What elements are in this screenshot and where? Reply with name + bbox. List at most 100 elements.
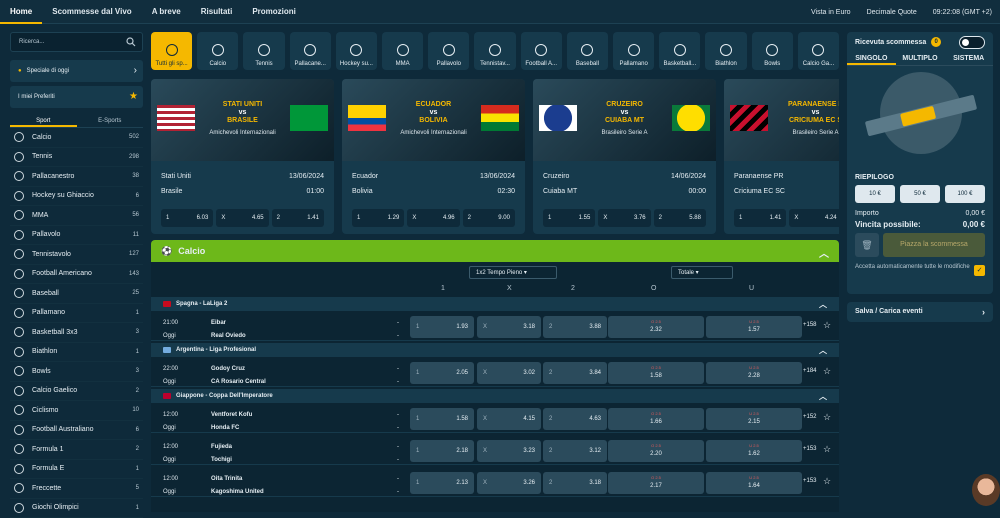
- chevron-up-icon[interactable]: ︿: [819, 345, 827, 356]
- odds-button[interactable]: 24.63: [543, 408, 607, 430]
- odds-button[interactable]: 23.12: [543, 440, 607, 462]
- total-odds-button[interactable]: U 2.51.62: [706, 440, 802, 462]
- tab-sistema[interactable]: SISTEMA: [944, 52, 993, 65]
- stake-10-button[interactable]: 10 €: [855, 185, 895, 203]
- more-markets-link[interactable]: +158: [803, 322, 817, 328]
- sport-filter-11[interactable]: Basketball...: [659, 32, 700, 70]
- tab-sport[interactable]: Sport: [10, 114, 77, 127]
- sport-item[interactable]: Football Americano143: [10, 265, 143, 285]
- stake-50-button[interactable]: 50 €: [900, 185, 940, 203]
- place-bet-button[interactable]: Piazza la scommessa: [883, 233, 985, 257]
- featured-match-card[interactable]: ECUADORvsBOLIVIAAmichevoli Internazional…: [342, 79, 525, 234]
- sport-filter-10[interactable]: Pallamano: [613, 32, 654, 70]
- total-odds-button[interactable]: O 2.51.58: [608, 362, 704, 384]
- market-select[interactable]: 1x2 Tempo Pieno ▾: [469, 266, 557, 279]
- tab-home[interactable]: Home: [0, 0, 42, 24]
- sport-item[interactable]: Ciclismo10: [10, 401, 143, 421]
- total-odds-button[interactable]: U 2.52.28: [706, 362, 802, 384]
- sport-item[interactable]: Basketball 3x33: [10, 323, 143, 343]
- special-of-day-button[interactable]: ● Speciale di oggi ›: [10, 60, 143, 82]
- more-markets-link[interactable]: +184: [803, 368, 817, 374]
- sport-item[interactable]: Calcio Gaelico2: [10, 382, 143, 402]
- total-odds-button[interactable]: O 2.52.32: [608, 316, 704, 338]
- star-icon[interactable]: ☆: [823, 320, 831, 331]
- odds-button[interactable]: 11.41: [734, 209, 786, 227]
- star-icon[interactable]: ☆: [823, 412, 831, 423]
- chevron-up-icon[interactable]: ︿: [819, 245, 829, 260]
- odds-button[interactable]: X4.24: [789, 209, 839, 227]
- tab-live[interactable]: Scommesse dal Vivo: [42, 0, 141, 24]
- save-load-events-button[interactable]: Salva / Carica eventi ›: [847, 302, 993, 322]
- sport-item[interactable]: Football Australiano6: [10, 421, 143, 441]
- match-teams[interactable]: Ventforet KofuHonda FC: [211, 409, 252, 435]
- odds-button[interactable]: 12.18: [410, 440, 474, 462]
- league-header[interactable]: Spagna - LaLiga 2︿: [151, 297, 839, 311]
- featured-match-card[interactable]: STATI UNITIvsBRASILEAmichevoli Internazi…: [151, 79, 334, 234]
- odds-button[interactable]: X3.23: [477, 440, 541, 462]
- sport-filter-1[interactable]: Calcio: [197, 32, 238, 70]
- trash-icon[interactable]: 🗑: [855, 233, 879, 257]
- sport-item[interactable]: Tennistavolo127: [10, 245, 143, 265]
- odds-button[interactable]: X3.76: [598, 209, 650, 227]
- more-markets-link[interactable]: +153: [803, 446, 817, 452]
- search-input[interactable]: Ricerca...: [10, 32, 143, 52]
- support-avatar[interactable]: [972, 474, 1000, 506]
- tab-results[interactable]: Risultati: [191, 0, 243, 24]
- total-odds-button[interactable]: O 2.52.17: [608, 472, 704, 494]
- odds-button[interactable]: X3.18: [477, 316, 541, 338]
- tab-esports[interactable]: E-Sports: [77, 114, 144, 127]
- odds-button[interactable]: 11.55: [543, 209, 595, 227]
- odds-button[interactable]: 11.58: [410, 408, 474, 430]
- odds-button[interactable]: 23.84: [543, 362, 607, 384]
- odds-button[interactable]: 23.88: [543, 316, 607, 338]
- sport-item[interactable]: Freccette5: [10, 479, 143, 499]
- stake-100-button[interactable]: 100 €: [945, 185, 985, 203]
- total-odds-button[interactable]: U 2.51.57: [706, 316, 802, 338]
- auto-accept-checkbox[interactable]: ✓: [974, 265, 985, 276]
- odds-button[interactable]: 12.13: [410, 472, 474, 494]
- star-icon[interactable]: ☆: [823, 366, 831, 377]
- sport-item[interactable]: Pallamano1: [10, 304, 143, 324]
- total-odds-button[interactable]: O 2.51.66: [608, 408, 704, 430]
- sport-item[interactable]: Biathlon1: [10, 343, 143, 363]
- match-teams[interactable]: FujiedaTochigi: [211, 441, 232, 467]
- slip-toggle[interactable]: [959, 36, 985, 49]
- odds-button[interactable]: X3.26: [477, 472, 541, 494]
- tab-upcoming[interactable]: A breve: [142, 0, 191, 24]
- total-odds-button[interactable]: U 2.52.15: [706, 408, 802, 430]
- match-teams[interactable]: Godoy CruzCA Rosario Central: [211, 363, 266, 389]
- league-header[interactable]: Giappone - Coppa Dell'Imperatore︿: [151, 389, 839, 403]
- match-teams[interactable]: EibarReal Oviedo: [211, 317, 246, 343]
- sport-filter-14[interactable]: Calcio Ga...: [798, 32, 839, 70]
- sport-item[interactable]: Giochi Olimpici1: [10, 499, 143, 518]
- featured-match-card[interactable]: CRUZEIROvsCUIABA MTBrasileiro Serie ACru…: [533, 79, 716, 234]
- currency-view-select[interactable]: Vista in Euro: [811, 9, 851, 16]
- tab-multiplo[interactable]: MULTIPLO: [896, 52, 945, 65]
- sport-item[interactable]: Formula 12: [10, 440, 143, 460]
- sport-item[interactable]: Hockey su Ghiaccio6: [10, 187, 143, 207]
- sport-filter-6[interactable]: Pallavolo: [428, 32, 469, 70]
- calcio-header[interactable]: ⚽ Calcio ︿: [151, 240, 839, 262]
- odds-button[interactable]: 11.93: [410, 316, 474, 338]
- more-markets-link[interactable]: +152: [803, 414, 817, 420]
- sport-filter-3[interactable]: Pallacane...: [290, 32, 331, 70]
- odds-button[interactable]: 25.88: [654, 209, 706, 227]
- sport-filter-13[interactable]: Bowls: [752, 32, 793, 70]
- odds-button[interactable]: 29.00: [463, 209, 515, 227]
- sport-item[interactable]: Calcio502: [10, 128, 143, 148]
- sport-item[interactable]: Baseball25: [10, 284, 143, 304]
- odds-button[interactable]: 11.29: [352, 209, 404, 227]
- total-odds-button[interactable]: U 2.51.64: [706, 472, 802, 494]
- match-teams[interactable]: Oita TrinitaKagoshima United: [211, 473, 264, 499]
- odds-button[interactable]: 23.18: [543, 472, 607, 494]
- odds-button[interactable]: 21.41: [272, 209, 324, 227]
- odds-format-select[interactable]: Decimale Quote: [867, 9, 917, 16]
- sport-filter-0[interactable]: Tutti gli sp...: [151, 32, 192, 70]
- sport-item[interactable]: Pallavolo11: [10, 226, 143, 246]
- more-markets-link[interactable]: +153: [803, 478, 817, 484]
- chevron-up-icon[interactable]: ︿: [819, 299, 827, 310]
- star-icon[interactable]: ☆: [823, 476, 831, 487]
- sport-item[interactable]: MMA56: [10, 206, 143, 226]
- sport-item[interactable]: Tennis298: [10, 148, 143, 168]
- sport-filter-5[interactable]: MMA: [382, 32, 423, 70]
